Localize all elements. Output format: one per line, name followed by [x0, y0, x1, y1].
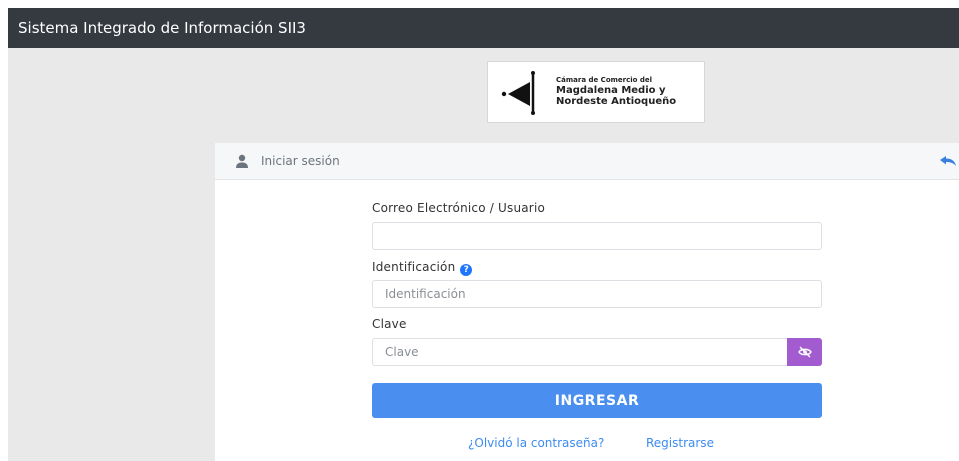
logo-icon [501, 71, 535, 115]
logo: Cámara de Comercio del Magdalena Medio y… [487, 61, 705, 123]
toggle-password-button[interactable] [787, 338, 822, 366]
app-title: Sistema Integrado de Información SII3 [18, 19, 306, 37]
logo-text: Cámara de Comercio del Magdalena Medio y… [556, 76, 676, 107]
email-input[interactable] [372, 222, 822, 250]
logo-line-2: Magdalena Medio y [556, 85, 666, 96]
register-link[interactable]: Registrarse [646, 436, 714, 450]
logo-line-3: Nordeste Antioqueño [556, 96, 677, 107]
login-card-header: Iniciar sesión [215, 143, 959, 180]
login-submit-button[interactable]: INGRESAR [372, 383, 822, 418]
question-circle-icon[interactable]: ? [460, 264, 473, 276]
identification-label: Identificación [372, 260, 456, 274]
user-icon [236, 154, 248, 168]
forgot-password-link[interactable]: ¿Olvidó la contraseña? [468, 436, 604, 450]
login-card: Iniciar sesión Correo Electrónico / Usua… [215, 143, 959, 461]
back-arrow-icon[interactable] [939, 155, 957, 167]
email-label: Correo Electrónico / Usuario [372, 201, 546, 215]
login-title: Iniciar sesión [261, 154, 340, 168]
eye-slash-icon [797, 346, 812, 358]
app-title-bar: Sistema Integrado de Información SII3 [8, 8, 959, 48]
logo-line-1: Cámara de Comercio del [556, 76, 653, 84]
password-input[interactable] [372, 338, 788, 366]
identification-input[interactable] [372, 280, 822, 308]
identification-label-row: Identificación? [372, 260, 473, 276]
password-label: Clave [372, 317, 407, 331]
